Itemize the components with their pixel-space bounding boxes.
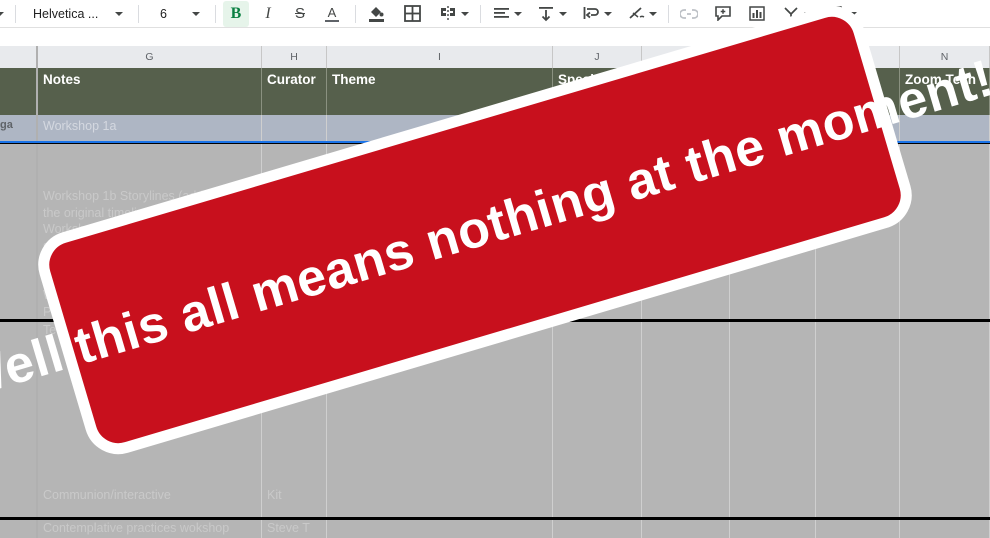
- row-header-cell[interactable]: [0, 185, 38, 319]
- cell-N[interactable]: [900, 141, 990, 185]
- row-header-cell[interactable]: ga: [0, 115, 38, 141]
- fill-color-icon: [368, 5, 384, 18]
- cell-K[interactable]: [642, 517, 730, 538]
- cell-G[interactable]: Workshop 1a: [38, 115, 262, 141]
- chevron-down-icon: [604, 11, 612, 16]
- horizontal-align-icon: [493, 7, 510, 21]
- cell-L[interactable]: [730, 484, 816, 517]
- toolbar-divider: [668, 4, 669, 23]
- cell-J[interactable]: [553, 319, 642, 484]
- cell-J[interactable]: [553, 517, 642, 538]
- text-color-swatch: [325, 19, 339, 22]
- column-header-H[interactable]: H: [262, 46, 327, 68]
- cell-N[interactable]: [900, 185, 990, 319]
- insert-comment-button[interactable]: [710, 1, 736, 27]
- cell-H[interactable]: Steve T: [262, 517, 327, 538]
- toolbar-divider: [138, 4, 139, 23]
- borders-button[interactable]: [399, 1, 425, 27]
- cell-H[interactable]: [262, 115, 327, 141]
- text-wrapping-dropdown[interactable]: [604, 1, 616, 27]
- chevron-down-icon: [0, 11, 4, 16]
- horizontal-align-dropdown[interactable]: [514, 1, 526, 27]
- communion-row[interactable]: Communion/interactive Kit: [0, 484, 990, 517]
- insert-chart-icon: [749, 6, 765, 21]
- chevron-down-icon: [514, 11, 522, 16]
- chevron-down-icon: [115, 11, 123, 16]
- cell-N[interactable]: [900, 319, 990, 484]
- text-color-button[interactable]: A: [319, 1, 345, 27]
- fill-color-swatch: [368, 19, 384, 22]
- toolbar-divider: [480, 4, 481, 23]
- row-header-cell[interactable]: [0, 68, 38, 115]
- cell-N[interactable]: [900, 517, 990, 538]
- corner-header[interactable]: [0, 46, 38, 68]
- cell-G[interactable]: Contemplative practices wokshop: [38, 517, 262, 538]
- row-header-cell[interactable]: [0, 517, 38, 538]
- text-rotation-icon: [628, 6, 645, 21]
- text-rotation-dropdown[interactable]: [649, 1, 661, 27]
- font-size-value: 6: [160, 6, 167, 21]
- cell-N[interactable]: [900, 484, 990, 517]
- font-family-value: Helvetica ...: [33, 6, 99, 21]
- spreadsheet-app: Helvetica ... 6 B I S A G H I J N Notes …: [0, 0, 990, 538]
- toolbar-overflow-caret[interactable]: [0, 1, 8, 27]
- borders-icon: [403, 5, 421, 22]
- chevron-down-icon: [461, 11, 469, 16]
- cell-I[interactable]: [327, 517, 553, 538]
- text-color-icon: A: [327, 4, 337, 20]
- cell-L[interactable]: [730, 319, 816, 484]
- vertical-align-icon: [538, 6, 554, 22]
- strikethrough-button[interactable]: S: [287, 1, 313, 27]
- column-header-I[interactable]: I: [327, 46, 553, 68]
- text-wrapping-icon: [583, 6, 600, 21]
- merge-cells-icon: [439, 6, 457, 21]
- cell-K[interactable]: [642, 484, 730, 517]
- cell-I[interactable]: [327, 484, 553, 517]
- vertical-align-button[interactable]: [533, 1, 559, 27]
- heavy-row-border: [0, 517, 990, 520]
- contemplative-row[interactable]: Contemplative practices wokshop Steve T: [0, 517, 990, 538]
- cell-K[interactable]: [642, 319, 730, 484]
- italic-icon: I: [265, 4, 271, 22]
- cell-G[interactable]: Communion/interactive: [38, 484, 262, 517]
- strikethrough-icon: S: [294, 5, 305, 22]
- text-rotation-button[interactable]: [623, 1, 649, 27]
- font-size-dropdown[interactable]: 6: [146, 1, 208, 27]
- font-family-dropdown[interactable]: Helvetica ...: [23, 1, 131, 27]
- text-wrapping-button[interactable]: [578, 1, 604, 27]
- row-header-cell[interactable]: [0, 141, 38, 185]
- column-header-G[interactable]: G: [38, 46, 262, 68]
- cell-H[interactable]: Curator: [262, 68, 327, 115]
- cell-G[interactable]: [38, 141, 262, 185]
- fill-color-button[interactable]: [363, 1, 389, 27]
- bold-button[interactable]: B: [223, 0, 249, 27]
- toolbar-divider: [215, 4, 216, 23]
- toolbar-divider: [355, 4, 356, 23]
- toolbar-divider: [15, 4, 16, 23]
- chevron-down-icon: [559, 11, 567, 16]
- insert-comment-icon: [715, 6, 731, 21]
- merge-cells-dropdown[interactable]: [461, 1, 473, 27]
- cell-L[interactable]: [730, 517, 816, 538]
- insert-link-button[interactable]: [676, 1, 702, 27]
- cell-M[interactable]: [816, 517, 900, 538]
- cell-H[interactable]: Kit: [262, 484, 327, 517]
- horizontal-align-button[interactable]: [488, 1, 514, 27]
- insert-link-icon: [680, 8, 698, 20]
- chevron-down-icon: [649, 11, 657, 16]
- cell-J[interactable]: [553, 484, 642, 517]
- chevron-down-icon: [192, 11, 200, 16]
- vertical-align-dropdown[interactable]: [559, 1, 571, 27]
- row-header-cell[interactable]: [0, 484, 38, 517]
- italic-button[interactable]: I: [255, 1, 281, 27]
- cell-G[interactable]: Notes: [38, 68, 262, 115]
- cell-M[interactable]: [816, 319, 900, 484]
- merge-cells-button[interactable]: [435, 1, 461, 27]
- cell-M[interactable]: [816, 484, 900, 517]
- bold-icon: B: [230, 4, 242, 22]
